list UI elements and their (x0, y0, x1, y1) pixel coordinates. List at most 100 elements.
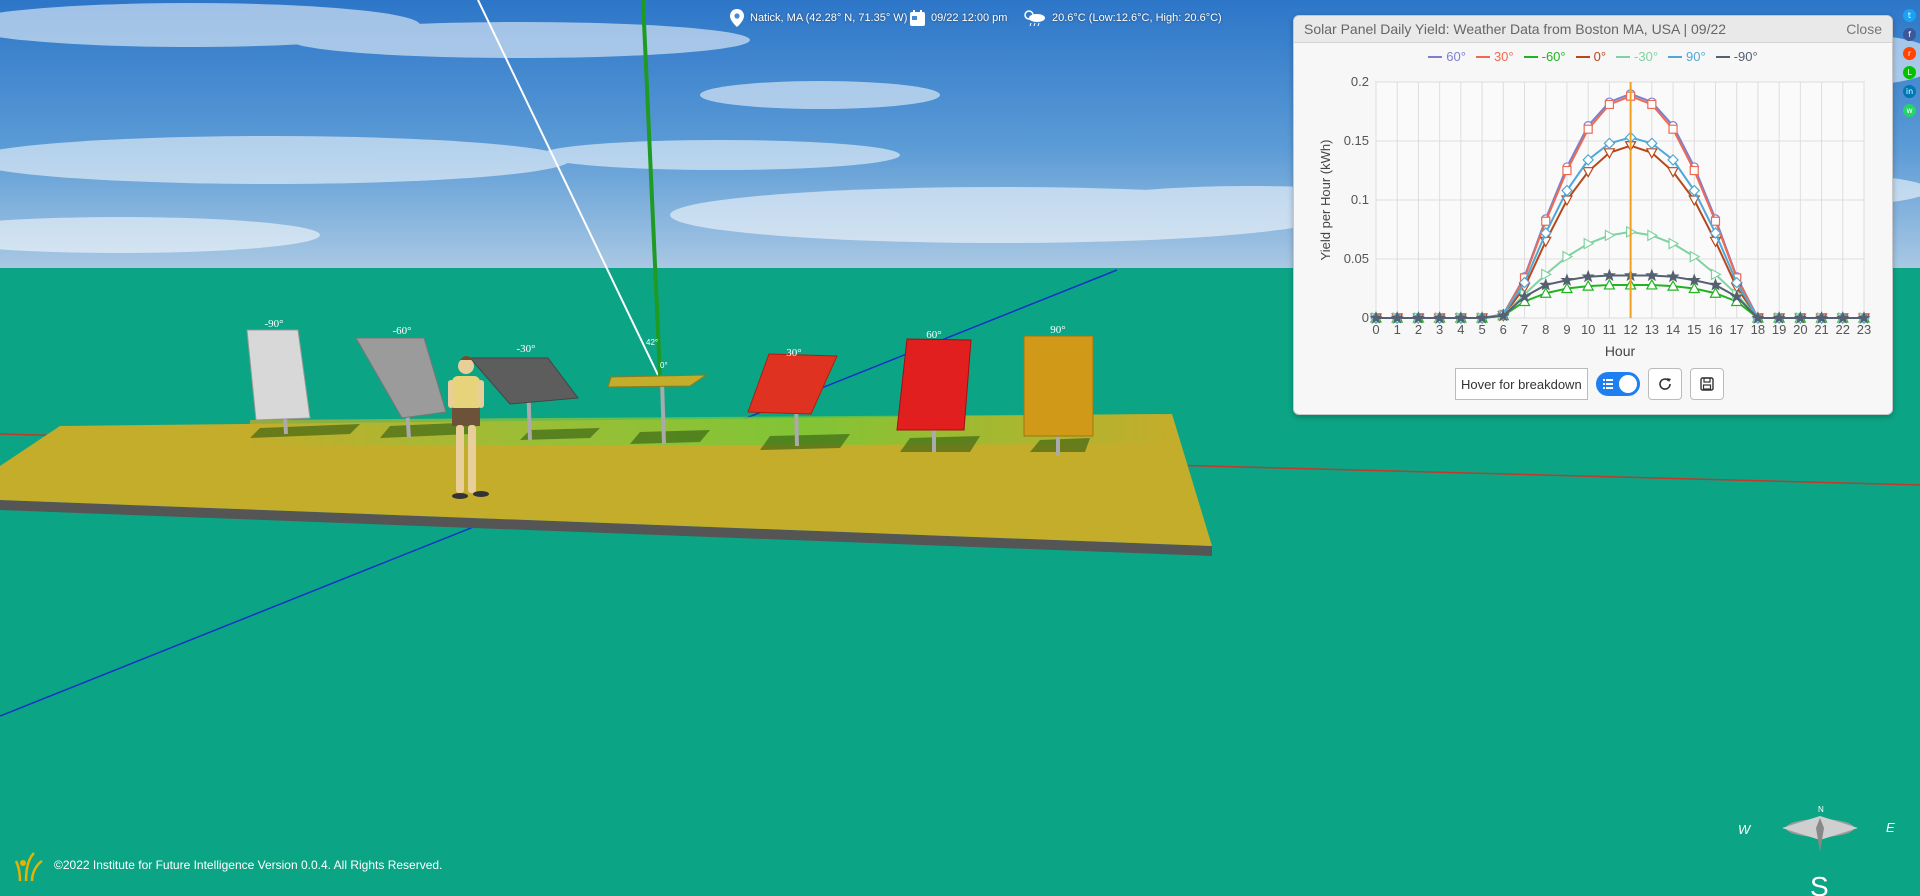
x-tick-label: 22 (1836, 322, 1850, 337)
data-point[interactable] (1668, 124, 1678, 134)
compass-west: W (1738, 822, 1752, 837)
legend-item[interactable]: -90° (1715, 49, 1758, 64)
x-tick-label: 1 (1394, 322, 1401, 337)
legend-swatch (1523, 55, 1538, 58)
copyright-text: ©2022 Institute for Future Intelligence … (54, 858, 443, 872)
x-tick-label: 23 (1857, 322, 1871, 337)
legend-label: -30° (1634, 49, 1659, 64)
x-tick-label: 13 (1645, 322, 1659, 337)
legend-swatch (1715, 55, 1730, 58)
legend-swatch (1475, 55, 1490, 58)
calendar-icon (910, 10, 925, 26)
compass-south: S (1810, 871, 1829, 896)
y-tick-label: 0 (1362, 310, 1369, 325)
data-point[interactable] (1541, 216, 1551, 226)
line-icon[interactable]: L (1903, 66, 1916, 79)
panel-header[interactable]: Solar Panel Daily Yield: Weather Data fr… (1294, 16, 1892, 43)
y-axis-label: Yield per Hour (kWh) (1318, 140, 1333, 261)
legend-item[interactable]: -30° (1616, 49, 1658, 64)
sun-angle-label: 42° (646, 338, 658, 347)
sun-angle-label: 0° (660, 361, 668, 370)
data-point[interactable] (1689, 165, 1699, 176)
panel-controls: Hover for breakdown (1455, 368, 1724, 400)
share-bar: t f r Lin w (1903, 9, 1916, 117)
reload-button[interactable] (1647, 368, 1682, 400)
panel-0 (607, 374, 708, 388)
breakdown-hover-box[interactable]: Hover for breakdown (1455, 368, 1588, 400)
legend-label: -90° (1733, 49, 1758, 64)
legend-label: 60° (1446, 49, 1466, 64)
legend-item[interactable]: -60° (1523, 49, 1566, 64)
y-tick-label: 0.05 (1344, 251, 1369, 266)
panel-60 (896, 338, 972, 431)
panel-label: -30° (516, 343, 535, 355)
x-tick-label: 15 (1687, 322, 1701, 337)
legend-swatch (1616, 55, 1631, 58)
legend-swatch (1428, 55, 1443, 58)
legend-toggle[interactable] (1595, 372, 1640, 396)
save-button[interactable] (1689, 368, 1724, 400)
x-tick-label: 5 (1478, 322, 1485, 337)
panel-label: -60° (392, 325, 411, 337)
weather-info[interactable]: 20.6°C (Low:12.6°C, High: 20.6°C) (1022, 8, 1222, 28)
y-tick-label: 0.15 (1344, 133, 1369, 148)
x-axis-label: Hour (1605, 343, 1636, 359)
x-tick-label: 3 (1436, 322, 1443, 337)
reddit-icon[interactable]: r (1903, 47, 1916, 60)
footer: ©2022 Institute for Future Intelligence … (14, 847, 442, 883)
data-point[interactable] (1647, 99, 1657, 110)
data-point[interactable] (1583, 124, 1593, 134)
panel-title: Solar Panel Daily Yield: Weather Data fr… (1304, 21, 1727, 37)
panel-label: 90° (1050, 324, 1065, 336)
whatsapp-icon[interactable]: w (1903, 104, 1916, 117)
legend-label: 90° (1686, 49, 1706, 64)
legend-item[interactable]: 60° (1428, 49, 1466, 64)
compass[interactable]: N W E S (1738, 804, 1908, 896)
panel-label: -90° (264, 318, 283, 330)
weather-text: 20.6°C (Low:12.6°C, High: 20.6°C) (1052, 12, 1222, 24)
date-info[interactable]: 09/22 12:00 pm (910, 8, 1007, 28)
legend-swatch (1668, 55, 1683, 58)
x-tick-label: 0 (1372, 322, 1379, 337)
save-icon (1699, 377, 1714, 391)
location-info[interactable]: Natick, MA (42.28° N, 71.35° W) (730, 8, 907, 28)
x-tick-label: 12 (1623, 322, 1637, 337)
x-tick-label: 10 (1581, 322, 1595, 337)
twitter-icon[interactable]: t (1903, 9, 1916, 22)
datetime-text: 09/22 12:00 pm (931, 12, 1008, 24)
toggle-knob (1618, 375, 1637, 393)
yield-chart[interactable]: 0 1 2 3 4 5 6 7 8 9 10 11 12 13 14 15 16 17 18 19 20 21 22 2300… (1294, 66, 1892, 366)
y-tick-label: 0.1 (1351, 192, 1369, 207)
map-pin-icon (730, 9, 744, 27)
panel-90 (1023, 335, 1094, 437)
x-tick-label: 20 (1793, 322, 1807, 337)
reload-icon (1658, 378, 1671, 390)
compass-east: E (1886, 820, 1895, 835)
x-tick-label: 4 (1457, 322, 1464, 337)
y-tick-label: 0.2 (1351, 74, 1369, 89)
panel-label: 30° (786, 347, 801, 359)
ifi-logo-icon (14, 852, 43, 882)
data-point[interactable] (1562, 165, 1572, 176)
linkedin-icon[interactable]: in (1903, 85, 1916, 98)
data-point[interactable] (1710, 216, 1721, 226)
x-tick-label: 6 (1500, 322, 1507, 337)
list-icon (1602, 379, 1613, 389)
legend-item[interactable]: 90° (1668, 49, 1706, 64)
panel-label: 60° (926, 329, 941, 341)
x-tick-label: 2 (1415, 322, 1422, 337)
close-button[interactable]: Close (1846, 21, 1882, 37)
legend-swatch (1575, 55, 1590, 58)
facebook-icon[interactable]: f (1903, 28, 1916, 41)
legend-label: 30° (1493, 49, 1514, 64)
legend-item[interactable]: 0° (1575, 49, 1607, 64)
location-text: Natick, MA (42.28° N, 71.35° W) (750, 12, 908, 24)
x-tick-label: 11 (1603, 322, 1617, 337)
data-point[interactable] (1604, 99, 1614, 110)
legend-item[interactable]: 30° (1475, 49, 1514, 64)
x-tick-label: 19 (1772, 322, 1786, 337)
compass-north: N (1818, 805, 1824, 814)
legend-label: 0° (1593, 49, 1607, 64)
weather-icon (1024, 10, 1045, 27)
daily-yield-panel[interactable]: Solar Panel Daily Yield: Weather Data fr… (1293, 15, 1893, 415)
